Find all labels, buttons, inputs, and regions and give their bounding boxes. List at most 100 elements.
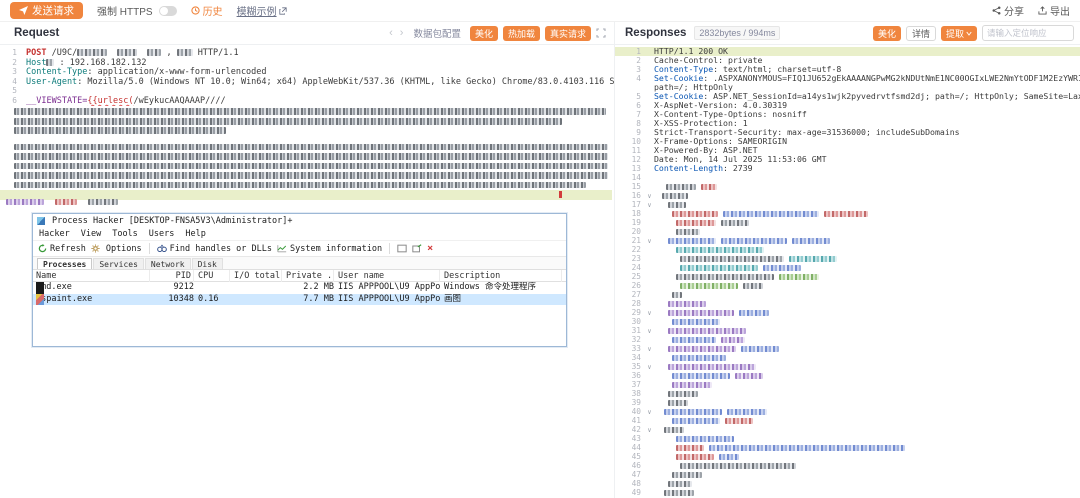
cmd-icon (36, 282, 44, 294)
window-icon[interactable] (397, 244, 407, 253)
response-code-line: 38 (615, 389, 1080, 398)
column-header-cpu[interactable]: CPU (198, 270, 230, 282)
response-code-line: 12Date: Mon, 14 Jul 2025 11:53:06 GMT (615, 155, 1080, 164)
response-code-line: 32 (615, 335, 1080, 344)
response-code-line: 15 (615, 182, 1080, 191)
fullscreen-icon[interactable] (596, 28, 606, 38)
response-code-line: 16∨ (615, 191, 1080, 200)
column-header-name[interactable]: Name (36, 270, 150, 282)
response-code-line: 45 (615, 452, 1080, 461)
chevron-down-icon (966, 31, 972, 36)
beautify-request-button[interactable]: 美化 (470, 26, 498, 41)
column-header-user-name[interactable]: User name (338, 270, 440, 282)
fold-arrow-icon[interactable]: ∨ (645, 345, 654, 353)
packet-config-label: 数据包配置 (413, 26, 461, 40)
refresh-icon (38, 244, 47, 253)
censored-text-row (14, 153, 608, 160)
send-request-label: 发送请求 (32, 3, 74, 18)
find-handles-button[interactable]: Find handles or DLLs (157, 244, 272, 254)
fuzz-example-link[interactable]: 模糊示例 (237, 3, 287, 18)
tab-processes[interactable]: Processes (37, 258, 92, 269)
request-code-line: 4User-Agent: Mozilla/5.0 (Windows NT 10.… (0, 77, 614, 87)
history-button[interactable]: 历史 (191, 3, 223, 18)
process-hacker-menubar: Hacker View Tools Users Help (33, 228, 566, 240)
menu-view[interactable]: View (81, 229, 101, 239)
response-code-line: 27 (615, 290, 1080, 299)
new-window-icon[interactable] (412, 244, 422, 253)
response-code-line: 7X-Content-Type-Options: nosniff (615, 110, 1080, 119)
history-prev-button[interactable]: ‹ (388, 27, 394, 39)
system-information-button[interactable]: System information (277, 244, 382, 254)
real-request-button[interactable]: 真实请求 (545, 26, 591, 41)
fold-arrow-icon[interactable]: ∨ (645, 237, 654, 245)
menu-help[interactable]: Help (185, 229, 205, 239)
chart-icon (277, 244, 287, 253)
process-hacker-toolbar: Refresh Options Find handles or DLLs Sys… (33, 240, 566, 257)
refresh-button[interactable]: Refresh (38, 244, 86, 254)
column-header-private-[interactable]: Private ... (286, 270, 334, 282)
extract-dropdown-button[interactable]: 提取 (941, 26, 977, 41)
fold-arrow-icon[interactable]: ∨ (645, 309, 654, 317)
toolbar-separator (389, 243, 390, 254)
response-search-input[interactable] (982, 25, 1074, 41)
censored-text-row (14, 163, 608, 170)
response-code-line: 11X-Powered-By: ASP.NET (615, 146, 1080, 155)
response-code-line: 26 (615, 281, 1080, 290)
fold-arrow-icon[interactable]: ∨ (645, 426, 654, 434)
column-header-i-o-total-[interactable]: I/O total... (234, 270, 282, 282)
response-code-line: 8X-XSS-Protection: 1 (615, 119, 1080, 128)
close-icon[interactable]: × (427, 244, 433, 253)
response-code-line: 25 (615, 272, 1080, 281)
process-row[interactable]: ∨cmd.exe92122.2 MBIIS APPPOOL\U9 AppPool… (33, 282, 566, 294)
process-hacker-tabs: ProcessesServicesNetworkDisk (33, 257, 566, 270)
response-editor[interactable]: 1HTTP/1.1 200 OK2Cache-Control: private3… (614, 45, 1080, 498)
options-button[interactable]: Options (91, 244, 142, 254)
tab-disk[interactable]: Disk (192, 258, 223, 269)
process-hacker-title: Process Hacker [DESKTOP-FNSA5V3\Administ… (52, 216, 293, 226)
menu-hacker[interactable]: Hacker (39, 229, 70, 239)
response-code-line: 13Content-Length: 2739 (615, 164, 1080, 173)
menu-tools[interactable]: Tools (112, 229, 138, 239)
fold-arrow-icon[interactable]: ∨ (645, 201, 654, 209)
response-size-time-badge: 2832bytes / 994ms (694, 26, 780, 40)
response-code-line: 10X-Frame-Options: SAMEORIGIN (615, 137, 1080, 146)
process-hacker-app-icon (37, 217, 45, 225)
response-code-line: 3Content-Type: text/html; charset=utf-8 (615, 65, 1080, 74)
process-hacker-titlebar[interactable]: Process Hacker [DESKTOP-FNSA5V3\Administ… (33, 214, 566, 228)
force-https-toggle[interactable] (159, 6, 177, 16)
fold-arrow-icon[interactable]: ∨ (645, 363, 654, 371)
censored-text-row (14, 182, 586, 189)
tab-services[interactable]: Services (93, 258, 144, 269)
fold-arrow-icon[interactable]: ∨ (645, 408, 654, 416)
response-detail-button[interactable]: 详情 (906, 26, 936, 41)
request-code-line: 3Content-Type: application/x-www-form-ur… (0, 67, 614, 77)
request-cursor-line (0, 190, 612, 200)
export-button[interactable]: 导出 (1038, 3, 1070, 18)
response-code-line: 39 (615, 398, 1080, 407)
share-button[interactable]: 分享 (992, 3, 1024, 18)
response-code-line: 34 (615, 353, 1080, 362)
censored-text-row (14, 118, 562, 125)
send-request-button[interactable]: 发送请求 (10, 2, 83, 19)
censored-text-row (14, 144, 608, 151)
menu-users[interactable]: Users (149, 229, 175, 239)
response-code-line: 29∨ (615, 308, 1080, 317)
process-row[interactable]: mspaint.exe103480.167.7 MBIIS APPPOOL\U9… (33, 294, 566, 306)
request-editor[interactable]: 1POST /U9C/ , HTTP/1.12Host: 192.168.182… (0, 45, 614, 498)
column-header-pid[interactable]: PID (152, 270, 194, 282)
column-header-description[interactable]: Description (444, 270, 562, 282)
response-code-line: 5Set-Cookie: ASP.NET_SessionId=a14ys1wjk… (615, 92, 1080, 101)
response-code-line: 33∨ (615, 344, 1080, 353)
tab-network[interactable]: Network (145, 258, 191, 269)
response-code-line: 23 (615, 254, 1080, 263)
fold-arrow-icon[interactable]: ∨ (645, 192, 654, 200)
beautify-response-button[interactable]: 美化 (873, 26, 901, 41)
hot-reload-button[interactable]: 热加载 (503, 26, 540, 41)
history-next-button[interactable]: › (399, 27, 405, 39)
response-code-line: 24 (615, 263, 1080, 272)
paper-plane-icon (19, 6, 28, 15)
fold-arrow-icon[interactable]: ∨ (645, 327, 654, 335)
censored-text-row (14, 172, 608, 179)
request-code-line: 1POST /U9C/ , HTTP/1.1 (0, 48, 614, 58)
response-code-line: 36 (615, 371, 1080, 380)
